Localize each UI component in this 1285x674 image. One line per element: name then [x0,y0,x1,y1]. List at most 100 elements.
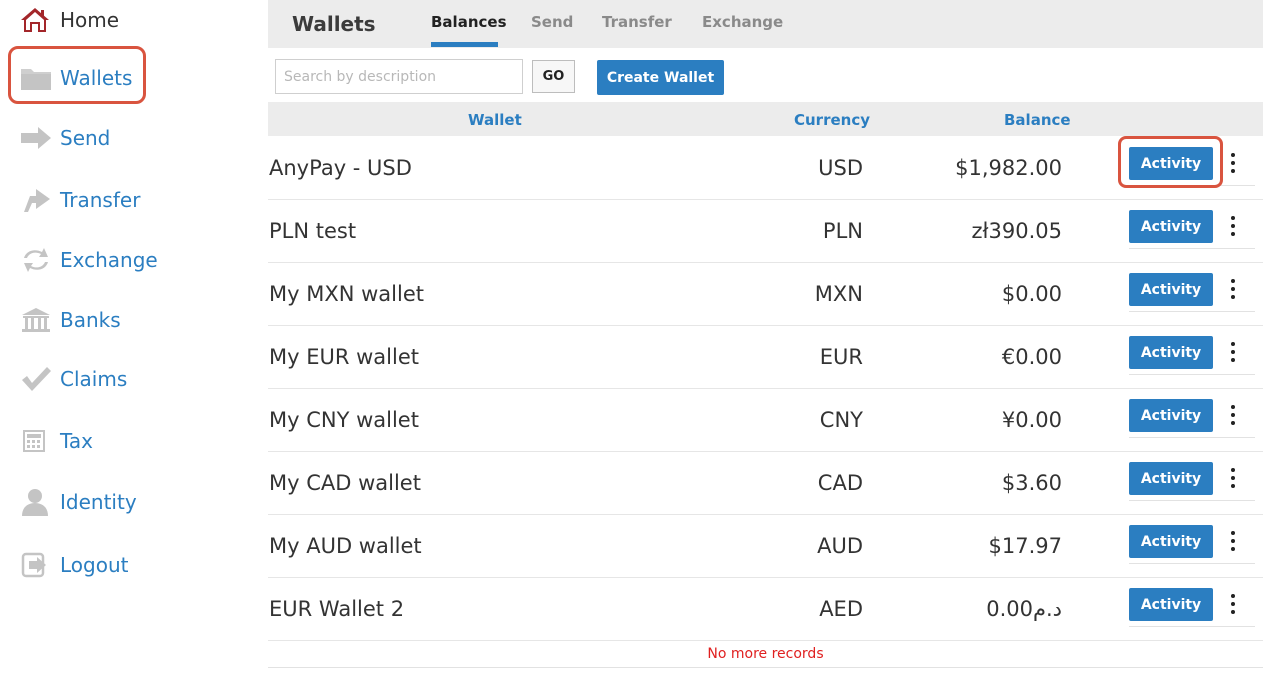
tab-transfer[interactable]: Transfer [602,13,672,31]
home-icon [20,4,52,36]
table-row: AnyPay - USD USD $1,982.00 Activity [268,137,1263,200]
more-options-icon[interactable] [1223,214,1243,238]
sidebar: Home Wallets Send Transfer Exchange Bank… [0,0,250,674]
go-button[interactable]: GO [532,60,575,93]
wallet-balance: €0.00 [1001,345,1062,369]
row-action-divider [1129,500,1255,501]
activity-button[interactable]: Activity [1129,336,1213,369]
wallet-balance: $3.60 [1001,471,1062,495]
transfer-icon [20,184,52,216]
arrow-right-icon [20,122,52,154]
page-header: Wallets Balances Send Transfer Exchange [268,0,1263,48]
row-action-divider [1129,374,1255,375]
page-title: Wallets [292,12,376,36]
wallet-currency: USD [818,156,863,180]
logout-icon [20,549,52,581]
sidebar-item-banks[interactable]: Banks [20,300,121,340]
table-row: My MXN wallet MXN $0.00 Activity [268,263,1263,326]
calculator-icon [20,425,52,457]
wallet-currency: AED [819,597,863,621]
more-options-icon[interactable] [1223,277,1243,301]
wallet-name[interactable]: My MXN wallet [269,282,424,306]
activity-button[interactable]: Activity [1129,210,1213,243]
wallet-name[interactable]: PLN test [269,219,356,243]
activity-button[interactable]: Activity [1129,462,1213,495]
wallet-currency: EUR [819,345,863,369]
wallet-currency: MXN [814,282,863,306]
wallet-balance: د.م0.00 [986,597,1062,621]
wallet-balance: zł390.05 [971,219,1062,243]
wallet-currency: CAD [817,471,863,495]
wallet-name[interactable]: My CAD wallet [269,471,421,495]
wallet-name[interactable]: My EUR wallet [269,345,419,369]
user-icon [20,486,52,518]
wallet-name[interactable]: EUR Wallet 2 [269,597,404,621]
exchange-icon [20,244,52,276]
sidebar-item-label: Tax [60,429,93,453]
sidebar-item-claims[interactable]: Claims [20,359,127,399]
tab-send[interactable]: Send [531,13,573,31]
table-header: Wallet Currency Balance [268,102,1263,136]
sidebar-item-label: Send [60,126,111,150]
row-action-divider [1129,563,1255,564]
activity-button[interactable]: Activity [1129,399,1213,432]
column-header-wallet[interactable]: Wallet [468,111,522,129]
more-options-icon[interactable] [1223,340,1243,364]
search-input[interactable] [275,59,523,94]
sidebar-item-send[interactable]: Send [20,118,110,158]
wallet-name[interactable]: My CNY wallet [269,408,419,432]
more-options-icon[interactable] [1223,151,1243,175]
sidebar-item-label: Logout [60,553,129,577]
table-bottom-divider [268,667,1263,668]
row-action-divider [1129,626,1255,627]
create-wallet-button[interactable]: Create Wallet [597,60,724,95]
wallet-currency: CNY [819,408,863,432]
sidebar-item-transfer[interactable]: Transfer [20,180,140,220]
more-options-icon[interactable] [1223,403,1243,427]
active-tab-indicator [431,42,498,47]
sidebar-item-identity[interactable]: Identity [20,482,137,522]
sidebar-item-exchange[interactable]: Exchange [20,240,158,280]
row-action-divider [1129,311,1255,312]
more-options-icon[interactable] [1223,529,1243,553]
activity-highlight-box [1118,136,1223,188]
sidebar-item-tax[interactable]: Tax [20,421,93,461]
wallet-currency: AUD [817,534,863,558]
row-action-divider [1129,248,1255,249]
wallet-currency: PLN [822,219,863,243]
table-row: My CNY wallet CNY ¥0.00 Activity [268,389,1263,452]
wallet-name[interactable]: My AUD wallet [269,534,422,558]
more-options-icon[interactable] [1223,592,1243,616]
wallet-balance: $17.97 [988,534,1062,558]
sidebar-item-label: Transfer [60,188,141,212]
column-header-balance[interactable]: Balance [1004,111,1071,129]
check-icon [20,363,52,395]
sidebar-item-logout[interactable]: Logout [20,545,128,585]
table-row: My AUD wallet AUD $17.97 Activity [268,515,1263,578]
activity-button[interactable]: Activity [1129,588,1213,621]
activity-button[interactable]: Activity [1129,525,1213,558]
table-row: My EUR wallet EUR €0.00 Activity [268,326,1263,389]
tab-balances[interactable]: Balances [431,13,507,31]
activity-button[interactable]: Activity [1129,273,1213,306]
wallet-balance: $0.00 [1001,282,1062,306]
bank-icon [20,304,52,336]
more-options-icon[interactable] [1223,466,1243,490]
wallet-balance: ¥0.00 [1001,408,1062,432]
column-header-currency[interactable]: Currency [794,111,870,129]
table-row: My CAD wallet CAD $3.60 Activity [268,452,1263,515]
wallets-highlight-box [8,46,146,104]
wallet-name[interactable]: AnyPay - USD [269,156,412,180]
table-row: EUR Wallet 2 AED د.م0.00 Activity [268,578,1263,641]
sidebar-item-label: Identity [60,490,137,514]
no-more-records: No more records [707,646,824,662]
row-action-divider [1129,437,1255,438]
wallet-balance: $1,982.00 [955,156,1062,180]
tab-exchange[interactable]: Exchange [702,13,783,31]
sidebar-item-home[interactable]: Home [20,0,119,40]
sidebar-item-label: Exchange [60,248,158,272]
sidebar-item-label: Home [60,8,120,32]
sidebar-item-label: Claims [60,367,128,391]
sidebar-item-label: Banks [60,308,121,332]
table-row: PLN test PLN zł390.05 Activity [268,200,1263,263]
